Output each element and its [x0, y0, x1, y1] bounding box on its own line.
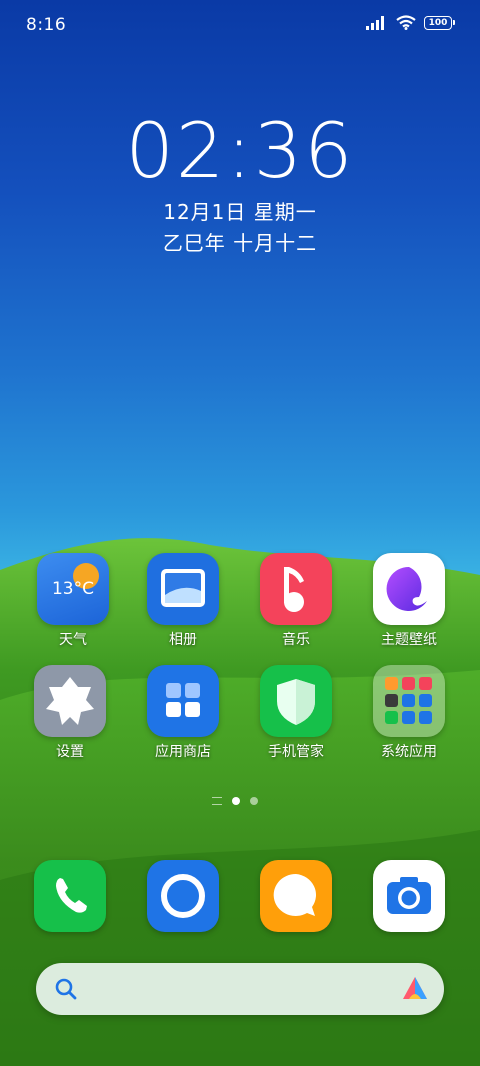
folder-system-apps[interactable]: 系统应用: [364, 665, 454, 761]
camera-icon: [373, 860, 445, 932]
dock-camera[interactable]: [364, 860, 454, 932]
browser-icon: [147, 860, 219, 932]
app-label: 应用商店: [155, 744, 211, 760]
gallery-icon: [147, 553, 219, 625]
app-music[interactable]: 音乐: [251, 553, 341, 649]
app-store[interactable]: 应用商店: [138, 665, 228, 761]
app-label: 设置: [56, 744, 84, 760]
search-bar[interactable]: [36, 963, 444, 1015]
app-store-icon: [147, 665, 219, 737]
app-themes[interactable]: 主题壁纸: [364, 553, 454, 649]
page-dot: [250, 797, 258, 805]
music-icon: [260, 553, 332, 625]
dock-messages[interactable]: [251, 860, 341, 932]
ai-assistant-icon[interactable]: [400, 975, 430, 1003]
clock-date: 12月1日 星期一: [163, 200, 317, 224]
app-label: 主题壁纸: [381, 632, 437, 648]
app-security[interactable]: 手机管家: [251, 665, 341, 761]
themes-icon: [373, 553, 445, 625]
weather-icon: 13°C: [37, 553, 109, 625]
app-label: 手机管家: [268, 744, 324, 760]
shield-icon: [260, 665, 332, 737]
app-label: 音乐: [282, 632, 310, 648]
dock-phone[interactable]: [25, 860, 115, 932]
feed-page-indicator: [212, 797, 222, 805]
page-dot-active: [232, 797, 240, 805]
signal-icon: [366, 15, 384, 30]
wifi-icon: [396, 15, 416, 30]
status-time: 8:16: [26, 15, 67, 35]
dock-browser[interactable]: [138, 860, 228, 932]
page-indicator[interactable]: [212, 797, 258, 805]
phone-icon: [34, 860, 106, 932]
status-bar: 8:16 100: [0, 0, 480, 50]
clock-time[interactable]: 02:36: [0, 106, 480, 196]
clock-lunar-date: 乙巳年 十月十二: [162, 231, 318, 255]
battery-level: 100: [428, 17, 448, 28]
message-icon: [260, 860, 332, 932]
weather-temp: 13°C: [51, 579, 94, 599]
app-label: 系统应用: [381, 744, 437, 760]
app-label: 相册: [169, 632, 197, 648]
app-settings[interactable]: 设置: [25, 665, 115, 761]
battery-icon: 100: [424, 15, 455, 30]
settings-gear-icon: [34, 665, 106, 737]
app-label: 天气: [59, 632, 87, 648]
app-weather[interactable]: 13°C 天气: [28, 553, 118, 649]
folder-icon: [373, 665, 445, 737]
search-icon: [55, 978, 77, 1000]
app-gallery[interactable]: 相册: [138, 553, 228, 649]
